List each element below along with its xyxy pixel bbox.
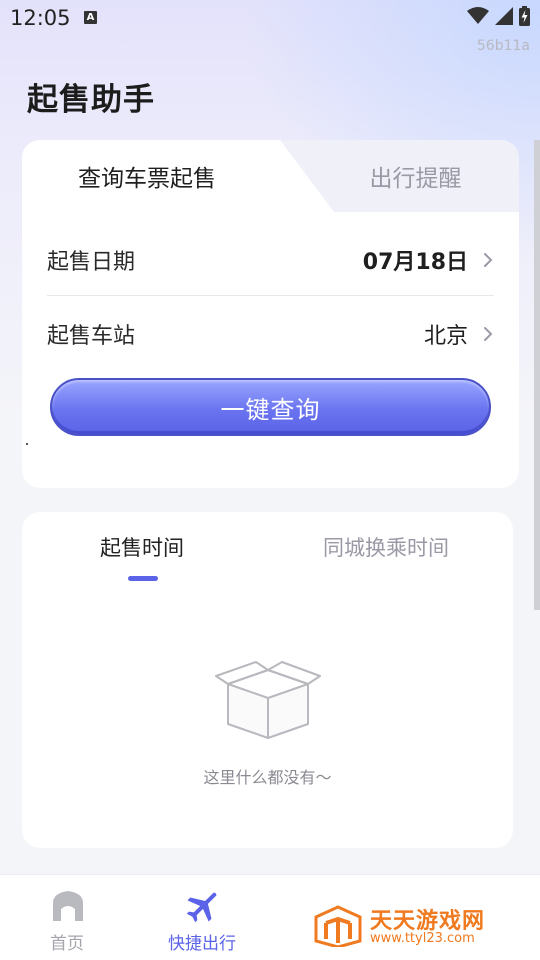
- status-bar: 12:05 A: [0, 0, 540, 36]
- home-icon: [53, 891, 83, 921]
- sale-date-label: 起售日期: [47, 249, 136, 275]
- watermark: 天天游戏网 www.ttyl23.com: [312, 903, 512, 949]
- sale-date-value-group: 07月18日: [363, 244, 494, 276]
- nav-item-home[interactable]: 首页: [17, 887, 117, 954]
- tab-query-ticket-sale[interactable]: 查询车票起售: [22, 140, 272, 212]
- time-card: 起售时间 同城换乘时间 这里什么都没有～: [22, 512, 513, 848]
- query-tabs: 查询车票起售 出行提醒: [22, 140, 519, 212]
- watermark-url: www.ttyl23.com: [370, 931, 475, 946]
- tab-sale-time[interactable]: 起售时间: [100, 532, 184, 562]
- one-click-query-button[interactable]: 一键查询: [50, 378, 491, 436]
- airplane-icon: [186, 892, 217, 923]
- notification-a-icon: A: [84, 11, 97, 24]
- build-id: 56b11a: [476, 38, 530, 54]
- page-title: 起售助手: [27, 82, 155, 118]
- wifi-icon: [467, 7, 489, 24]
- status-icons: [467, 6, 530, 26]
- sale-station-value: 北京: [423, 324, 468, 349]
- sale-date-row[interactable]: 起售日期 07月18日: [47, 224, 494, 296]
- left-edge-dot: [26, 443, 28, 445]
- nav-item-quick-travel[interactable]: 快捷出行: [152, 887, 252, 954]
- empty-box-icon: [215, 661, 321, 739]
- active-tab-indicator: [128, 576, 158, 581]
- sale-station-label: 起售车站: [47, 324, 136, 349]
- battery-charging-icon: [519, 6, 530, 26]
- status-time: 12:05: [10, 6, 71, 30]
- chevron-right-icon: [484, 327, 493, 341]
- nav-label-quick-travel: 快捷出行: [168, 934, 236, 954]
- nav-label-home: 首页: [50, 934, 84, 954]
- tab-transfer-time[interactable]: 同城换乘时间: [323, 532, 449, 562]
- signal-icon: [495, 7, 513, 25]
- chevron-right-icon: [484, 252, 493, 267]
- watermark-logo-icon: [314, 905, 362, 947]
- sale-station-value-group: 北京: [424, 318, 494, 350]
- sale-date-value: 07月18日: [362, 249, 468, 275]
- scroll-indicator: [534, 140, 540, 610]
- empty-state-text: 这里什么都没有～: [203, 768, 332, 787]
- sale-station-row[interactable]: 起售车站 北京: [47, 304, 494, 364]
- query-card: 查询车票起售 出行提醒 起售日期 07月18日 起售车站 北京 一键查询: [22, 140, 519, 488]
- tab-travel-reminder[interactable]: 出行提醒: [312, 140, 519, 212]
